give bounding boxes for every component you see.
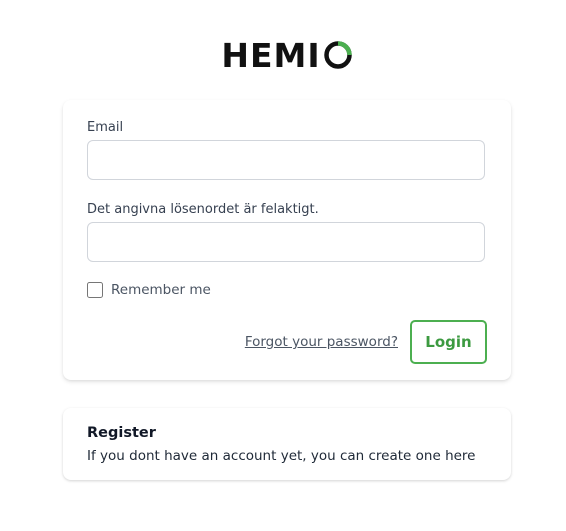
logo: HEMI [0, 35, 566, 75]
ring-o-icon [323, 40, 353, 70]
register-link-text[interactable]: If you dont have an account yet, you can… [87, 448, 476, 464]
remember-me-label[interactable]: Remember me [111, 282, 211, 298]
forgot-password-link[interactable]: Forgot your password? [245, 334, 398, 350]
remember-me[interactable]: Remember me [87, 282, 211, 298]
logo-text: HEMI [221, 35, 321, 75]
email-field[interactable] [87, 140, 485, 180]
password-field[interactable] [87, 222, 485, 262]
login-button[interactable]: Login [410, 320, 487, 364]
remember-me-checkbox[interactable] [87, 282, 103, 298]
password-label: Det angivna lösenordet är felaktigt. [87, 202, 319, 217]
login-card: Email Det angivna lösenordet är felaktig… [63, 100, 511, 380]
email-label: Email [87, 120, 124, 135]
register-card[interactable]: Register If you dont have an account yet… [63, 408, 511, 480]
register-title: Register [87, 425, 156, 441]
